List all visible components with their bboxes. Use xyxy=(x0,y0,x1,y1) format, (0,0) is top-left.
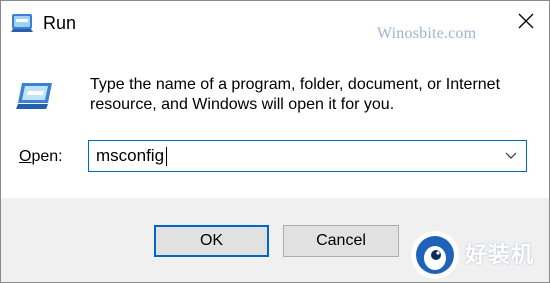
watermark-badge: 好装机 xyxy=(407,225,549,282)
dropdown-button[interactable] xyxy=(496,141,526,171)
open-label-accelerator: O xyxy=(19,148,32,165)
window-title: Run xyxy=(43,13,77,33)
open-label-rest: pen: xyxy=(31,148,63,165)
open-input[interactable] xyxy=(89,141,489,171)
watermark-text: Winosbite.com xyxy=(377,25,477,42)
close-button[interactable] xyxy=(503,1,549,41)
open-combobox[interactable] xyxy=(88,140,527,172)
text-caret xyxy=(166,147,167,166)
run-program-icon xyxy=(16,81,56,111)
run-icon xyxy=(11,11,35,33)
cancel-button[interactable]: Cancel xyxy=(283,225,399,257)
instruction-text: Type the name of a program, folder, docu… xyxy=(90,76,501,113)
chevron-down-icon xyxy=(505,152,517,159)
open-label: Open: xyxy=(19,147,63,167)
run-dialog: Run Winosbite.com Type the name of a pro… xyxy=(0,0,550,283)
badge-text: 好装机 xyxy=(465,243,535,268)
ok-button[interactable]: OK xyxy=(154,225,269,257)
close-icon xyxy=(518,13,534,29)
